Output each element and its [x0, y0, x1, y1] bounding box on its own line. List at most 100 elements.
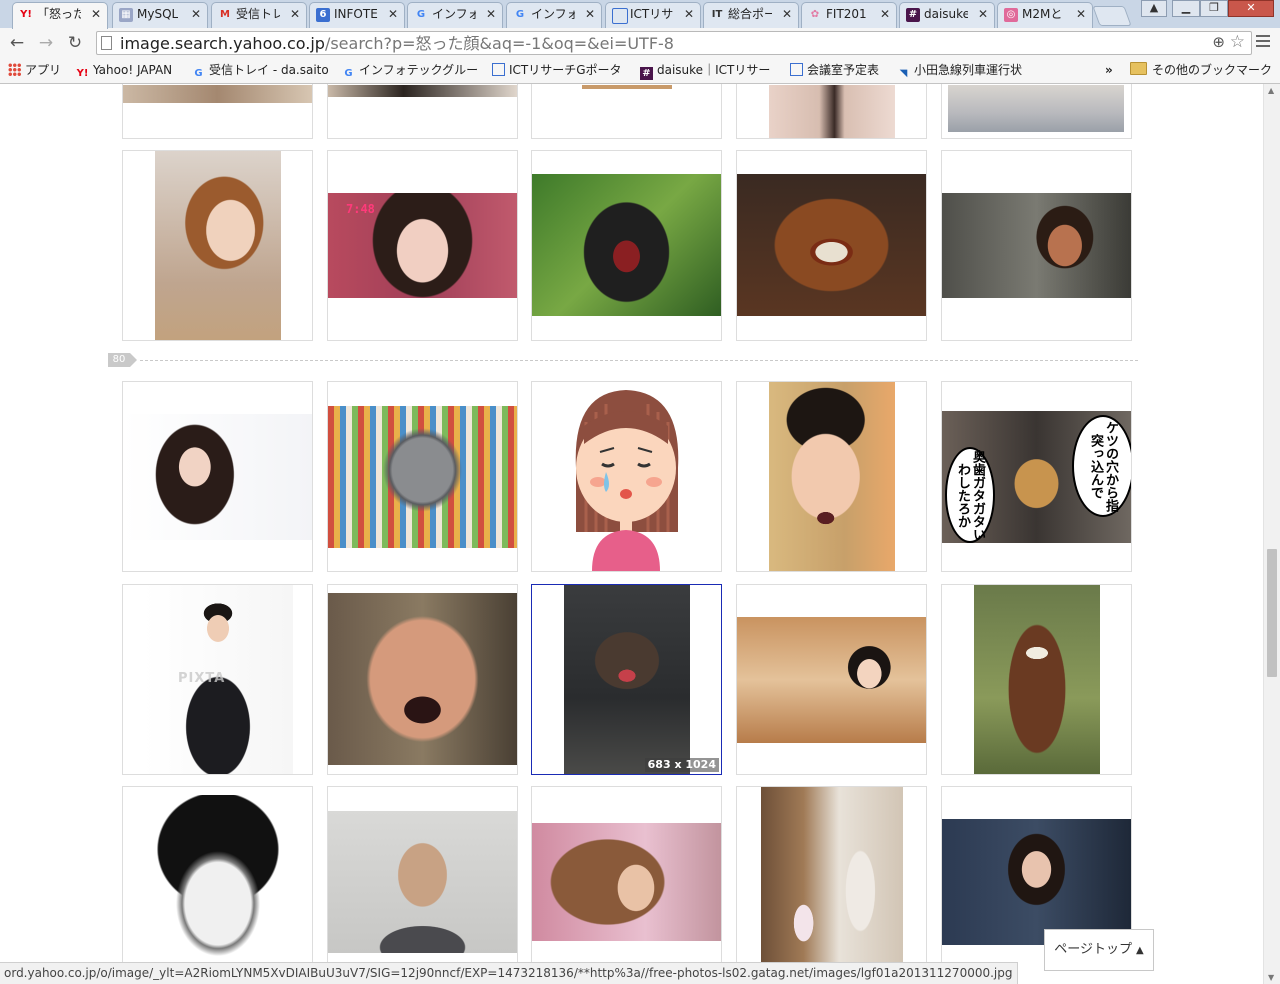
tab-portal[interactable]: IT 総合ポー ✕: [703, 2, 799, 28]
image-result[interactable]: [531, 84, 722, 139]
portal-icon: [790, 63, 803, 76]
close-tab-icon[interactable]: ✕: [684, 3, 694, 26]
image-result[interactable]: 7:48: [327, 150, 518, 341]
close-tab-icon[interactable]: ✕: [978, 3, 988, 26]
tab-mysql[interactable]: ▦ MySQL ✕: [112, 2, 208, 28]
image-result[interactable]: [736, 150, 927, 341]
tab-label: インフォ: [432, 7, 476, 21]
page-number-badge: 80: [108, 353, 130, 367]
page-top-button[interactable]: ページトップ ▲: [1044, 929, 1154, 971]
image-result[interactable]: [941, 150, 1132, 341]
address-url[interactable]: image.search.yahoo.co.jp/search?p=怒った顔&a…: [120, 34, 674, 54]
zoom-icon[interactable]: ⊕: [1212, 33, 1225, 51]
other-bookmarks[interactable]: その他のブックマーク: [1130, 62, 1272, 78]
image-result-hovered[interactable]: 683 x 1024: [531, 584, 722, 775]
image-result[interactable]: [122, 150, 313, 341]
tab-label: 「怒った: [37, 7, 81, 21]
tv-clock-overlay: 7:48: [346, 202, 375, 216]
image-result[interactable]: [122, 786, 313, 964]
image-result[interactable]: [122, 84, 313, 139]
bookmark-slack[interactable]: # daisuke｜ICTリサー: [640, 62, 770, 80]
tab-fit[interactable]: ✿ FIT201 ✕: [801, 2, 897, 28]
bookmark-inbox[interactable]: G 受信トレイ - da.saito: [192, 62, 328, 80]
image-result[interactable]: PIXTA: [122, 584, 313, 775]
up-triangle-icon: ▲: [1136, 945, 1144, 956]
back-arrow-icon[interactable]: ←: [6, 32, 28, 54]
tab-label: FIT201: [826, 7, 867, 21]
forward-arrow-icon[interactable]: →: [35, 32, 57, 54]
image-result[interactable]: [327, 584, 518, 775]
scroll-down-arrow-icon[interactable]: ▼: [1268, 973, 1274, 982]
image-result[interactable]: [327, 381, 518, 572]
image-result[interactable]: [531, 150, 722, 341]
close-tab-icon[interactable]: ✕: [782, 3, 792, 26]
tab-label: daisuke: [924, 7, 968, 21]
close-tab-icon[interactable]: ✕: [486, 3, 496, 26]
image-result[interactable]: [941, 584, 1132, 775]
image-result[interactable]: [736, 381, 927, 572]
reload-icon[interactable]: ↻: [64, 32, 86, 54]
tab-google-2[interactable]: G インフォ ✕: [506, 2, 602, 28]
tab-ict-research[interactable]: ICTリサ ✕: [605, 2, 701, 28]
close-tab-icon[interactable]: ✕: [1076, 3, 1086, 26]
close-tab-icon[interactable]: ✕: [880, 3, 890, 26]
tab-infotech[interactable]: 6 INFOTE ✕: [309, 2, 405, 28]
image-result[interactable]: [736, 84, 927, 139]
bookmarks-overflow-chevron-icon[interactable]: »: [1105, 62, 1113, 78]
close-tab-icon[interactable]: ✕: [585, 3, 595, 26]
bookmark-star-icon[interactable]: ☆: [1230, 32, 1245, 52]
maximize-button[interactable]: ❐: [1200, 0, 1228, 17]
image-result[interactable]: ケツの穴から指突っ込んで 奥歯ガタガタいわしたろか: [941, 381, 1132, 572]
bookmark-odakyu[interactable]: ◥ 小田急線列車運行状: [897, 62, 1022, 80]
scrollbar-thumb[interactable]: [1267, 549, 1277, 677]
status-bar-url: ord.yahoo.co.jp/o/image/_ylt=A2RiomLYNM5…: [0, 962, 1018, 984]
speech-bubble: ケツの穴から指突っ込んで: [1072, 415, 1131, 517]
close-tab-icon[interactable]: ✕: [388, 3, 398, 26]
tab-strip: Y! 「怒った ✕ ▦ MySQL ✕ M 受信トレ ✕ 6 INFOTE ✕ …: [0, 0, 1280, 29]
google-favicon: G: [515, 9, 525, 20]
close-tab-icon[interactable]: ✕: [91, 3, 101, 26]
vertical-scrollbar[interactable]: ▲ ▼: [1263, 84, 1280, 984]
scroll-up-arrow-icon[interactable]: ▲: [1268, 86, 1274, 95]
bookmark-apps[interactable]: アプリ: [8, 62, 61, 78]
image-result[interactable]: [531, 786, 722, 964]
folder-icon: [1130, 62, 1147, 75]
bookmark-infotech-group[interactable]: G インフォテックグルー: [342, 62, 478, 80]
minimize-button[interactable]: ▁: [1172, 0, 1200, 17]
tab-m2m[interactable]: ◎ M2Mと ✕: [997, 2, 1093, 28]
image-result[interactable]: [327, 786, 518, 964]
bookmarks-bar: アプリ Y! Yahoo! JAPAN G 受信トレイ - da.saito G イン…: [0, 58, 1280, 84]
bookmark-yahoo[interactable]: Y! Yahoo! JAPAN: [76, 62, 173, 80]
image-result[interactable]: [736, 584, 927, 775]
image-result[interactable]: [941, 84, 1132, 139]
result-page-divider: 80: [108, 353, 1138, 367]
thumbnail-image: [942, 819, 1131, 945]
image-result[interactable]: [531, 381, 722, 572]
bookmark-ict-portal[interactable]: ICTリサーチGポータ: [492, 62, 622, 78]
tab-label: INFOTE: [334, 7, 378, 21]
bookmark-meeting-room[interactable]: 会議室予定表: [790, 62, 879, 78]
close-tab-icon[interactable]: ✕: [191, 3, 201, 26]
address-bar[interactable]: image.search.yahoo.co.jp/search?p=怒った顔&a…: [96, 31, 1252, 55]
thumbnail-image: [328, 406, 517, 548]
tab-label: ICTリサ: [630, 7, 674, 21]
watermark-text: PIXTA: [178, 671, 226, 686]
image-result[interactable]: [122, 381, 313, 572]
window-close-button[interactable]: ✕: [1228, 0, 1274, 17]
flower-favicon: ✿: [810, 9, 820, 20]
tab-google-1[interactable]: G インフォ ✕: [407, 2, 503, 28]
tab-yahoo-search[interactable]: Y! 「怒った ✕: [12, 2, 108, 29]
close-tab-icon[interactable]: ✕: [290, 3, 300, 26]
thumbnail-image: [131, 795, 305, 964]
tab-gmail[interactable]: M 受信トレ ✕: [211, 2, 307, 28]
thumbnail-image: [155, 151, 281, 340]
image-result[interactable]: [327, 84, 518, 139]
image-results: 7:48 80 ケツの穴から指突っ込んで 奥歯ガタガタいわしたろか PIXTA …: [0, 84, 1263, 964]
user-icon[interactable]: ▲: [1141, 0, 1167, 17]
image-result[interactable]: [736, 786, 927, 964]
new-tab-button[interactable]: [1092, 6, 1132, 26]
google-icon: G: [194, 68, 203, 79]
thumbnail-image: [948, 85, 1124, 132]
chrome-menu-icon[interactable]: [1256, 35, 1270, 49]
tab-slack[interactable]: # daisuke ✕: [899, 2, 995, 28]
